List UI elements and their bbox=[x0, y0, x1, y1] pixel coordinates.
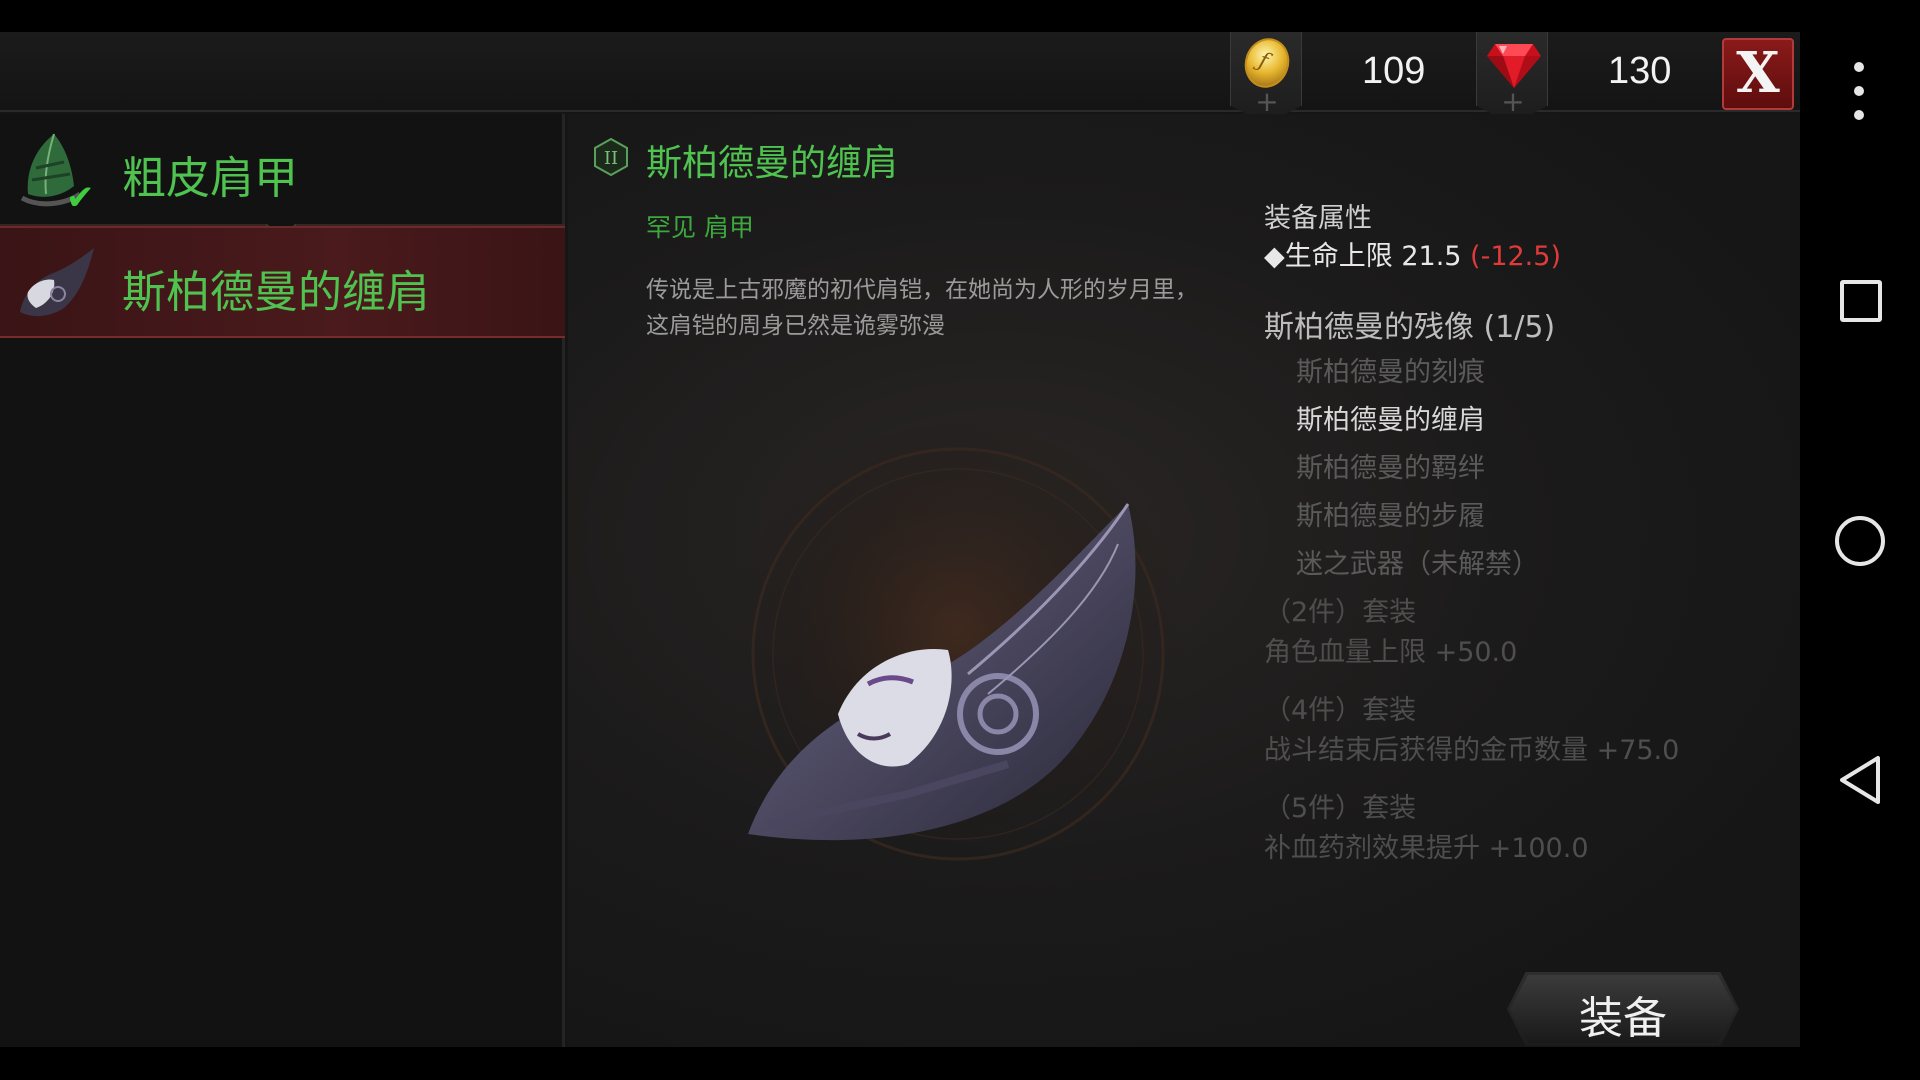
equipped-check-icon: ✔ bbox=[66, 178, 95, 218]
add-gems-button[interactable]: + bbox=[1477, 88, 1548, 116]
set-piece: 斯柏德曼的羁绊 bbox=[1296, 453, 1485, 484]
attribute-max-hp-value: ◆生命上限 21.5 bbox=[1264, 241, 1471, 272]
back-triangle-icon[interactable] bbox=[1838, 754, 1882, 806]
set-piece: 斯柏德曼的步履 bbox=[1296, 501, 1485, 532]
attribute-diff: (-12.5) bbox=[1470, 241, 1561, 272]
overflow-menu-icon[interactable] bbox=[1848, 62, 1872, 122]
list-item-label: 斯柏德曼的缠肩 bbox=[122, 267, 430, 318]
menu-dot bbox=[1854, 110, 1864, 120]
resource-bar: ƒ + 109 + 130 X bbox=[0, 32, 1800, 124]
set-piece: 斯柏德曼的刻痕 bbox=[1296, 357, 1485, 388]
gold-count: 109 bbox=[1362, 50, 1426, 92]
gem-count: 130 bbox=[1608, 50, 1672, 92]
list-item-rough-leather-pauldron[interactable]: ✔ 粗皮肩甲 bbox=[0, 114, 565, 241]
attributes-heading: 装备属性 bbox=[1264, 203, 1372, 234]
home-circle-icon[interactable] bbox=[1835, 516, 1885, 566]
rank-badge-label: II bbox=[604, 148, 618, 169]
set-piece-owned: 斯柏德曼的缠肩 bbox=[1296, 405, 1485, 436]
close-button[interactable]: X bbox=[1722, 38, 1794, 110]
equip-button-label: 装备 bbox=[1579, 993, 1667, 1044]
set-piece: 迷之武器（未解禁） bbox=[1296, 549, 1539, 580]
mask-shoulder-armor-icon bbox=[20, 248, 94, 317]
list-item-spedman-pauldron[interactable]: 斯柏德曼的缠肩 bbox=[0, 226, 565, 338]
set-title: 斯柏德曼的残像 (1/5) bbox=[1264, 310, 1556, 345]
item-detail-panel: II 斯柏德曼的缠肩 罕见 肩甲 传说是上古邪魔的初代肩铠，在她尚为人形的岁月里… bbox=[568, 114, 1800, 1047]
menu-dot bbox=[1854, 62, 1864, 72]
game-screen: ƒ + 109 + 130 X ✔ 粗皮肩甲 斯柏德曼的缠肩 II 斯柏德曼的缠… bbox=[0, 32, 1800, 1047]
gold-slot[interactable]: ƒ + bbox=[1230, 32, 1302, 124]
set-bonus-text: 角色血量上限 +50.0 bbox=[1264, 637, 1518, 668]
equipment-list: ✔ 粗皮肩甲 斯柏德曼的缠肩 bbox=[0, 114, 565, 1047]
item-description: 传说是上古邪魔的初代肩铠，在她尚为人形的岁月里，这肩铠的周身已然是诡雾弥漫 bbox=[646, 277, 1198, 339]
rank-badge-icon: II bbox=[594, 138, 628, 176]
set-bonus-heading: （2件）套装 bbox=[1264, 597, 1417, 628]
ruby-gem-icon bbox=[1487, 44, 1541, 88]
add-gold-button[interactable]: + bbox=[1231, 88, 1302, 116]
item-rarity: 罕见 肩甲 bbox=[646, 213, 754, 242]
menu-dot bbox=[1854, 86, 1864, 96]
list-item-label: 粗皮肩甲 bbox=[122, 153, 298, 204]
set-bonus-text: 补血药剂效果提升 +100.0 bbox=[1264, 833, 1589, 864]
gem-slot[interactable]: + bbox=[1476, 32, 1548, 124]
recents-square-icon[interactable] bbox=[1840, 280, 1882, 322]
set-bonus-heading: （5件）套装 bbox=[1264, 793, 1417, 824]
equip-button[interactable]: 装备 bbox=[1507, 972, 1739, 1046]
set-bonus-text: 战斗结束后获得的金币数量 +75.0 bbox=[1264, 735, 1680, 766]
set-bonus-heading: （4件）套装 bbox=[1264, 695, 1417, 726]
attribute-max-hp: ◆生命上限 21.5 (-12.5) bbox=[1264, 234, 1561, 273]
pauldron-artwork bbox=[728, 424, 1188, 884]
item-title: 斯柏德曼的缠肩 bbox=[646, 143, 899, 184]
